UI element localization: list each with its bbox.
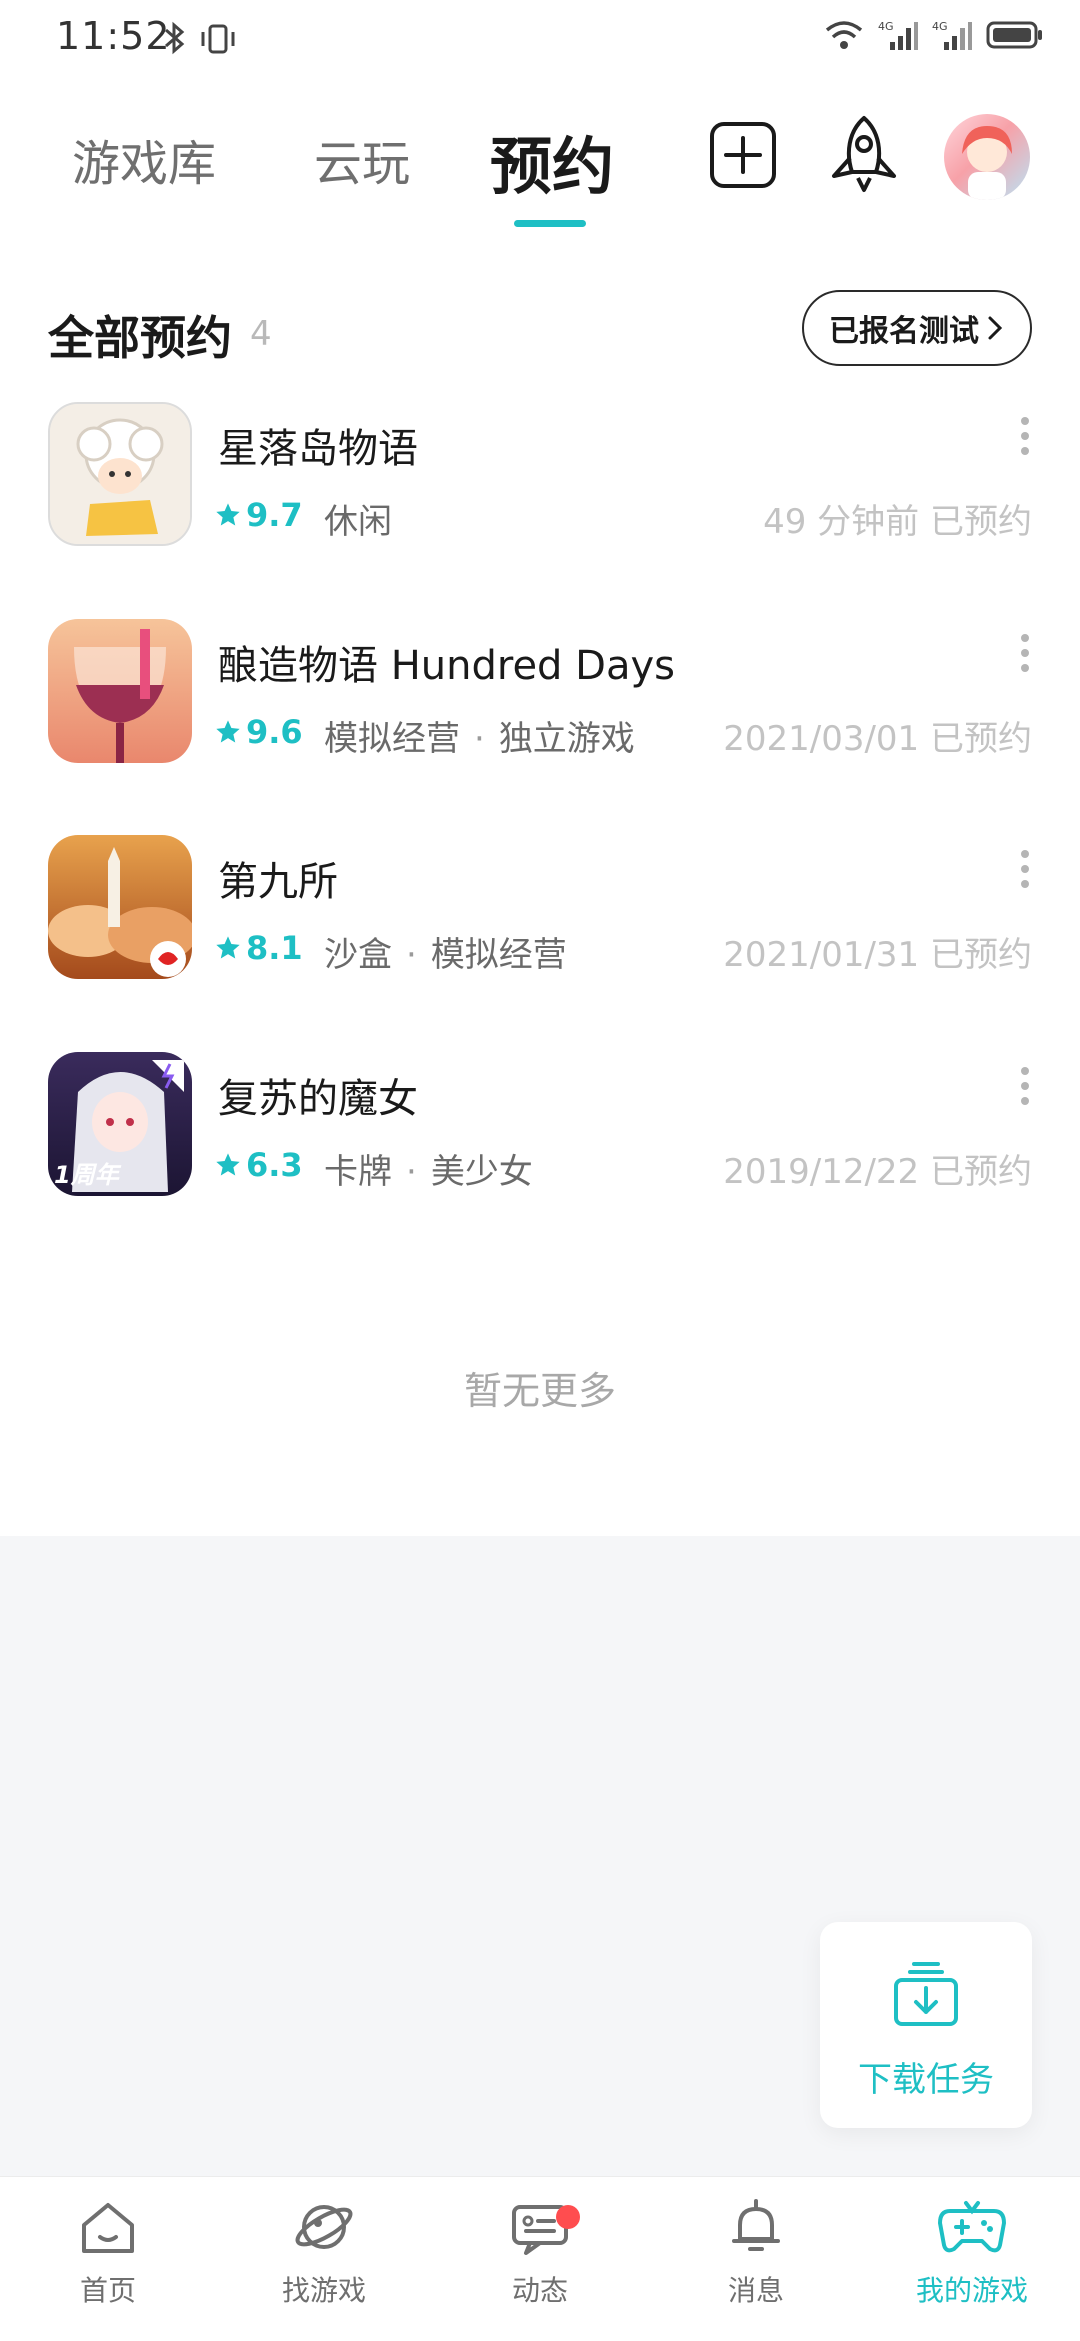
reservation-time: 2019/12/22 已预约 bbox=[723, 1152, 1032, 1192]
more-options-icon[interactable] bbox=[1020, 1066, 1030, 1106]
star-icon bbox=[216, 720, 240, 743]
game-row[interactable]: 星落岛物语 9.7 休闲 49 分钟前 已预约 bbox=[0, 400, 1080, 560]
game-tags: 卡牌 · 美少女 bbox=[324, 1144, 533, 1193]
signal-icon-2: 4G bbox=[932, 20, 972, 50]
rating-value: 6.3 bbox=[246, 1146, 303, 1184]
status-bar: 11:52 4G 4G bbox=[0, 0, 1080, 80]
rating-value: 9.6 bbox=[246, 713, 303, 751]
download-tasks-button[interactable]: 下载任务 bbox=[820, 1922, 1032, 2128]
game-tag: 卡牌 bbox=[324, 1152, 392, 1192]
game-name[interactable]: 复苏的魔女 bbox=[218, 1066, 418, 1124]
more-options-icon[interactable] bbox=[1020, 416, 1030, 456]
more-options-icon[interactable] bbox=[1020, 633, 1030, 673]
game-tag: 模拟经营 bbox=[430, 935, 567, 975]
vibrate-icon bbox=[201, 24, 235, 54]
sheep-illustration bbox=[50, 404, 190, 544]
star-icon bbox=[216, 936, 240, 959]
nav-item-my-games[interactable]: 我的游戏 bbox=[864, 2197, 1080, 2309]
bell-icon bbox=[732, 2199, 780, 2251]
game-name[interactable]: 第九所 bbox=[218, 849, 338, 907]
status-time: 11:52 bbox=[56, 14, 171, 58]
reservation-time: 49 分钟前 已预约 bbox=[763, 502, 1032, 542]
tag-separator: · bbox=[406, 1152, 417, 1192]
bottom-navigation: 首页 找游戏 动态 消息 我的游戏 bbox=[0, 2176, 1080, 2341]
nav-label: 找游戏 bbox=[281, 2274, 366, 2307]
tag-separator: · bbox=[406, 935, 417, 975]
rating-value: 8.1 bbox=[246, 929, 303, 967]
avatar[interactable] bbox=[944, 114, 1030, 200]
download-tasks-label: 下载任务 bbox=[858, 2060, 994, 2100]
game-rating: 9.7 bbox=[214, 496, 303, 534]
rating-value: 9.7 bbox=[246, 496, 303, 534]
nav-label: 首页 bbox=[79, 2274, 136, 2307]
chevron-right-icon bbox=[988, 316, 1003, 340]
game-tags: 沙盒 · 模拟经营 bbox=[324, 927, 567, 976]
star-icon bbox=[216, 1153, 240, 1176]
nav-item-feed[interactable]: 动态 bbox=[432, 2197, 648, 2309]
game-name[interactable]: 星落岛物语 bbox=[218, 416, 418, 474]
game-tags: 休闲 bbox=[324, 494, 392, 543]
reservation-count: 4 bbox=[250, 314, 272, 354]
game-row[interactable]: 1周年 复苏的魔女 6.3 卡牌 · 美少女 2019/12/22 已预约 bbox=[0, 1050, 1080, 1210]
game-row[interactable]: 酿造物语 Hundred Days 9.6 模拟经营 · 独立游戏 2021/03/… bbox=[0, 617, 1080, 777]
more-options-icon[interactable] bbox=[1020, 849, 1030, 889]
tab-cloud-play[interactable]: 云玩 bbox=[314, 124, 410, 194]
game-icon-revived-witch[interactable]: 1周年 bbox=[48, 1052, 192, 1196]
section-title: 全部预约 bbox=[48, 311, 232, 365]
signed-up-tests-label: 已报名测试 bbox=[829, 314, 979, 349]
bluetooth-icon bbox=[165, 21, 185, 55]
game-tag: 模拟经营 bbox=[324, 719, 460, 759]
tab-reservations[interactable]: 预约 bbox=[490, 116, 614, 206]
nav-label: 动态 bbox=[511, 2274, 568, 2307]
nav-item-messages[interactable]: 消息 bbox=[648, 2197, 864, 2309]
add-icon[interactable] bbox=[708, 120, 778, 190]
rocket-icon[interactable] bbox=[826, 114, 902, 194]
game-tag: 美少女 bbox=[430, 1152, 533, 1192]
tab-game-library[interactable]: 游戏库 bbox=[72, 124, 216, 194]
home-icon bbox=[82, 2203, 134, 2253]
wine-glass-illustration bbox=[74, 629, 166, 763]
status-left-icons bbox=[162, 20, 238, 56]
active-tab-indicator bbox=[514, 220, 586, 227]
game-icon-brewing-story[interactable] bbox=[48, 619, 192, 763]
section-header: 全部预约 4 已报名测试 bbox=[0, 290, 1080, 370]
reservation-time: 2021/03/01 已预约 bbox=[723, 719, 1032, 759]
game-name[interactable]: 酿造物语 Hundred Days bbox=[218, 633, 675, 691]
game-tags: 模拟经营 · 独立游戏 bbox=[324, 711, 635, 760]
reservation-time: 2021/01/31 已预约 bbox=[723, 935, 1032, 975]
planet-icon bbox=[295, 2205, 353, 2249]
avatar-illustration bbox=[962, 126, 1012, 200]
signal-icon-1: 4G bbox=[878, 20, 918, 50]
network-label-2: 4G bbox=[932, 20, 948, 33]
game-tag: 沙盒 bbox=[324, 935, 392, 975]
signed-up-tests-button[interactable]: 已报名测试 bbox=[802, 290, 1032, 366]
download-tray-icon bbox=[894, 1962, 958, 2026]
nav-item-find-games[interactable]: 找游戏 bbox=[216, 2197, 432, 2309]
wifi-icon bbox=[825, 21, 863, 49]
game-icon-ninth-institute[interactable] bbox=[48, 835, 192, 979]
game-icon-xingluodao[interactable] bbox=[48, 402, 192, 546]
nav-label: 我的游戏 bbox=[915, 2274, 1028, 2307]
tag-separator: · bbox=[474, 719, 485, 759]
gamepad-icon bbox=[938, 2201, 1006, 2253]
game-rating: 8.1 bbox=[214, 929, 303, 967]
star-icon bbox=[216, 503, 240, 526]
network-label-1: 4G bbox=[878, 20, 894, 33]
rocket-launch-illustration bbox=[48, 847, 192, 977]
battery-icon bbox=[986, 21, 1042, 49]
game-tag: 独立游戏 bbox=[498, 719, 635, 759]
notification-dot bbox=[556, 2205, 580, 2229]
game-row[interactable]: 第九所 8.1 沙盒 · 模拟经营 2021/01/31 已预约 bbox=[0, 833, 1080, 993]
game-rating: 6.3 bbox=[214, 1146, 303, 1184]
anniversary-badge: 1周年 bbox=[54, 1161, 119, 1189]
nav-item-home[interactable]: 首页 bbox=[0, 2197, 216, 2309]
no-more-text: 暂无更多 bbox=[463, 1369, 616, 1413]
nav-label: 消息 bbox=[727, 2274, 784, 2307]
game-rating: 9.6 bbox=[214, 713, 303, 751]
status-right-icons: 4G 4G bbox=[824, 18, 1044, 52]
game-tag: 休闲 bbox=[324, 502, 392, 542]
top-tab-bar: 游戏库 云玩 预约 bbox=[0, 100, 1080, 240]
